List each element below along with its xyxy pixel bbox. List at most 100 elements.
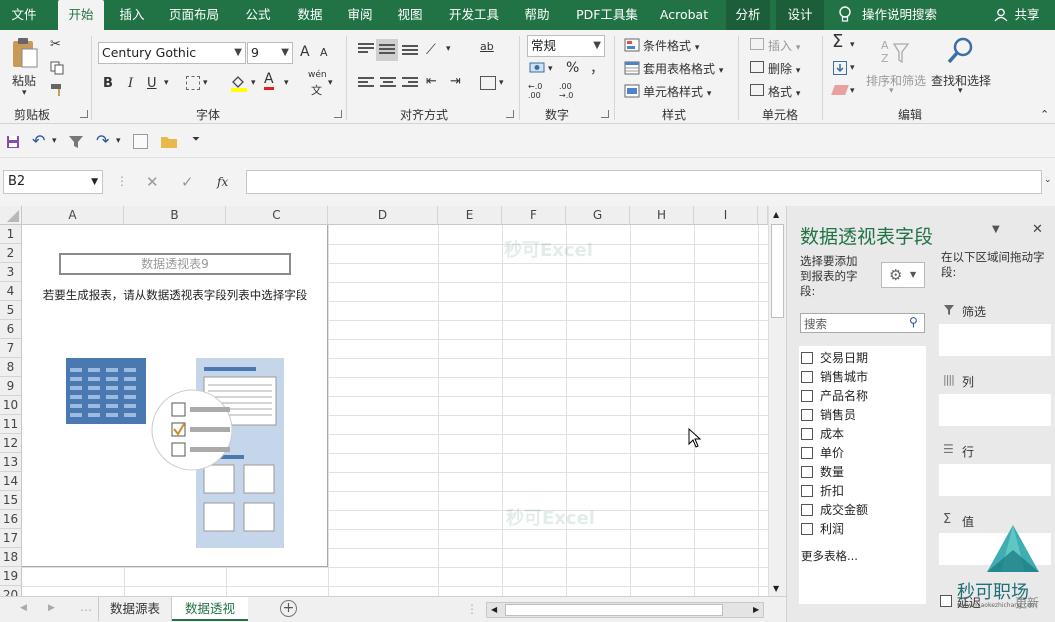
tab-developer[interactable]: 开发工具 — [440, 0, 508, 30]
font-name-combo[interactable]: Century Gothic ▼ — [98, 42, 246, 64]
field-settings-button[interactable]: ⚙ ▼ — [881, 262, 925, 288]
currency-dropdown[interactable]: ▾ — [548, 64, 553, 74]
field-item[interactable]: 销售员 — [801, 406, 856, 425]
collapse-ribbon-icon[interactable]: ⌃ — [1040, 108, 1049, 121]
orientation-dropdown[interactable]: ▾ — [446, 44, 451, 54]
increase-indent-icon[interactable]: ⇥ — [450, 74, 461, 90]
field-item[interactable]: 成本 — [801, 425, 844, 444]
checkbox[interactable] — [801, 485, 813, 497]
font-size-combo[interactable]: 9 ▼ — [247, 42, 293, 64]
row-header[interactable]: 14 — [0, 472, 22, 491]
fill-color-dropdown[interactable]: ▾ — [251, 78, 256, 88]
decrease-decimal-button[interactable]: .00 →.0 — [559, 82, 585, 100]
column-header[interactable]: C — [226, 206, 328, 225]
font-color-button[interactable]: A — [264, 72, 274, 90]
column-header[interactable] — [758, 206, 768, 225]
column-header[interactable]: E — [438, 206, 502, 225]
scroll-right-icon[interactable]: ▶ — [753, 605, 759, 614]
tab-split-grip[interactable]: ⋮ — [466, 602, 478, 616]
insert-function-button[interactable]: fx — [217, 175, 228, 189]
row-header[interactable]: 7 — [0, 339, 22, 358]
format-painter-icon[interactable] — [50, 83, 66, 97]
next-sheet-icon[interactable]: ▶ — [48, 603, 55, 613]
clear-dropdown[interactable]: ▾ — [850, 86, 855, 96]
row-header[interactable]: 11 — [0, 415, 22, 434]
align-bottom-icon[interactable] — [402, 45, 418, 57]
worksheet-grid[interactable]: A B C D E F G H I 1 2 3 4 5 6 7 8 9 10 1… — [0, 206, 768, 596]
paste-icon[interactable] — [10, 36, 40, 70]
formula-input[interactable] — [246, 170, 1042, 194]
bold-button[interactable]: B — [103, 76, 113, 91]
row-header[interactable]: 19 — [0, 567, 22, 586]
select-all-button[interactable] — [0, 206, 22, 225]
underline-dropdown[interactable]: ▾ — [164, 78, 169, 88]
increase-decimal-button[interactable]: ←.0 .00 — [528, 82, 554, 100]
scroll-thumb[interactable] — [771, 224, 784, 318]
format-cells-button[interactable]: 格式 ▾ — [768, 83, 800, 100]
filter-icon[interactable] — [68, 135, 84, 149]
customize-qat-icon[interactable]: ⏷ — [192, 134, 200, 145]
merge-center-icon[interactable] — [480, 76, 496, 90]
number-launcher-icon[interactable] — [601, 110, 609, 118]
sheet-tab-active[interactable]: 数据透视 — [172, 597, 248, 621]
field-item[interactable]: 产品名称 — [801, 387, 868, 406]
orientation-icon[interactable]: ⟋ — [426, 42, 436, 58]
checkbox[interactable] — [801, 428, 813, 440]
insert-cells-button[interactable]: 插入 ▾ — [768, 37, 800, 54]
column-header[interactable]: I — [694, 206, 758, 225]
row-header[interactable]: 3 — [0, 263, 22, 282]
align-right-icon[interactable] — [402, 77, 418, 89]
border-icon[interactable] — [186, 76, 200, 90]
cancel-icon[interactable]: ✕ — [146, 174, 159, 190]
row-header[interactable]: 15 — [0, 491, 22, 510]
scroll-up-icon[interactable]: ▲ — [773, 210, 779, 219]
column-header[interactable]: A — [22, 206, 124, 225]
tab-home[interactable]: 开始 — [58, 0, 104, 30]
font-launcher-icon[interactable] — [334, 110, 342, 118]
sheet-tab[interactable]: 数据源表 — [98, 597, 172, 621]
font-color-dropdown[interactable]: ▾ — [284, 78, 289, 88]
tab-data[interactable]: 数据 — [288, 0, 332, 30]
tell-me-search[interactable]: 操作说明搜索 — [862, 0, 942, 30]
cell-styles-button[interactable]: 单元格样式 ▾ — [643, 83, 711, 100]
redo-dropdown[interactable]: ▾ — [116, 136, 121, 146]
column-header[interactable]: H — [630, 206, 694, 225]
tab-review[interactable]: 审阅 — [340, 0, 380, 30]
fill-icon[interactable] — [833, 61, 847, 75]
checkbox[interactable] — [801, 466, 813, 478]
autosum-icon[interactable]: Σ — [832, 33, 843, 51]
row-header[interactable]: 20 — [0, 586, 22, 596]
tab-page-layout[interactable]: 页面布局 — [162, 0, 226, 30]
checkbox[interactable] — [801, 352, 813, 364]
filters-drop-zone[interactable] — [939, 324, 1051, 356]
border-dropdown[interactable]: ▾ — [203, 78, 208, 88]
scroll-down-icon[interactable]: ▼ — [773, 584, 779, 593]
row-header[interactable]: 2 — [0, 244, 22, 263]
enter-icon[interactable]: ✓ — [181, 174, 194, 190]
tab-help[interactable]: 帮助 — [516, 0, 558, 30]
more-tables-link[interactable]: 更多表格... — [801, 548, 858, 564]
field-item[interactable]: 数量 — [801, 463, 844, 482]
field-search-input[interactable]: 搜索 ⚲ — [800, 313, 925, 333]
checkbox[interactable] — [801, 390, 813, 402]
tab-analyze[interactable]: 分析 — [726, 0, 770, 30]
field-item[interactable]: 折扣 — [801, 482, 844, 501]
row-header[interactable]: 9 — [0, 377, 22, 396]
shrink-font-button[interactable]: A — [320, 46, 328, 59]
cut-icon[interactable]: ✂ — [50, 37, 61, 53]
checkbox[interactable] — [801, 409, 813, 421]
hscroll-thumb[interactable] — [505, 604, 723, 616]
alignment-launcher-icon[interactable] — [506, 110, 514, 118]
vertical-scrollbar[interactable]: ▲ ▼ — [768, 206, 786, 596]
clipboard-launcher-icon[interactable] — [80, 110, 88, 118]
align-left-icon[interactable] — [358, 77, 374, 89]
columns-drop-zone[interactable] — [939, 394, 1051, 426]
sort-filter-button[interactable]: 排序和筛选 — [866, 72, 926, 89]
defer-update-checkbox[interactable] — [940, 595, 952, 607]
close-icon[interactable]: ✕ — [1032, 222, 1043, 237]
currency-icon[interactable] — [529, 61, 547, 75]
field-item[interactable]: 利润 — [801, 520, 844, 539]
decrease-indent-icon[interactable]: ⇤ — [426, 74, 437, 90]
row-header[interactable]: 5 — [0, 301, 22, 320]
underline-button[interactable]: U — [147, 76, 157, 91]
